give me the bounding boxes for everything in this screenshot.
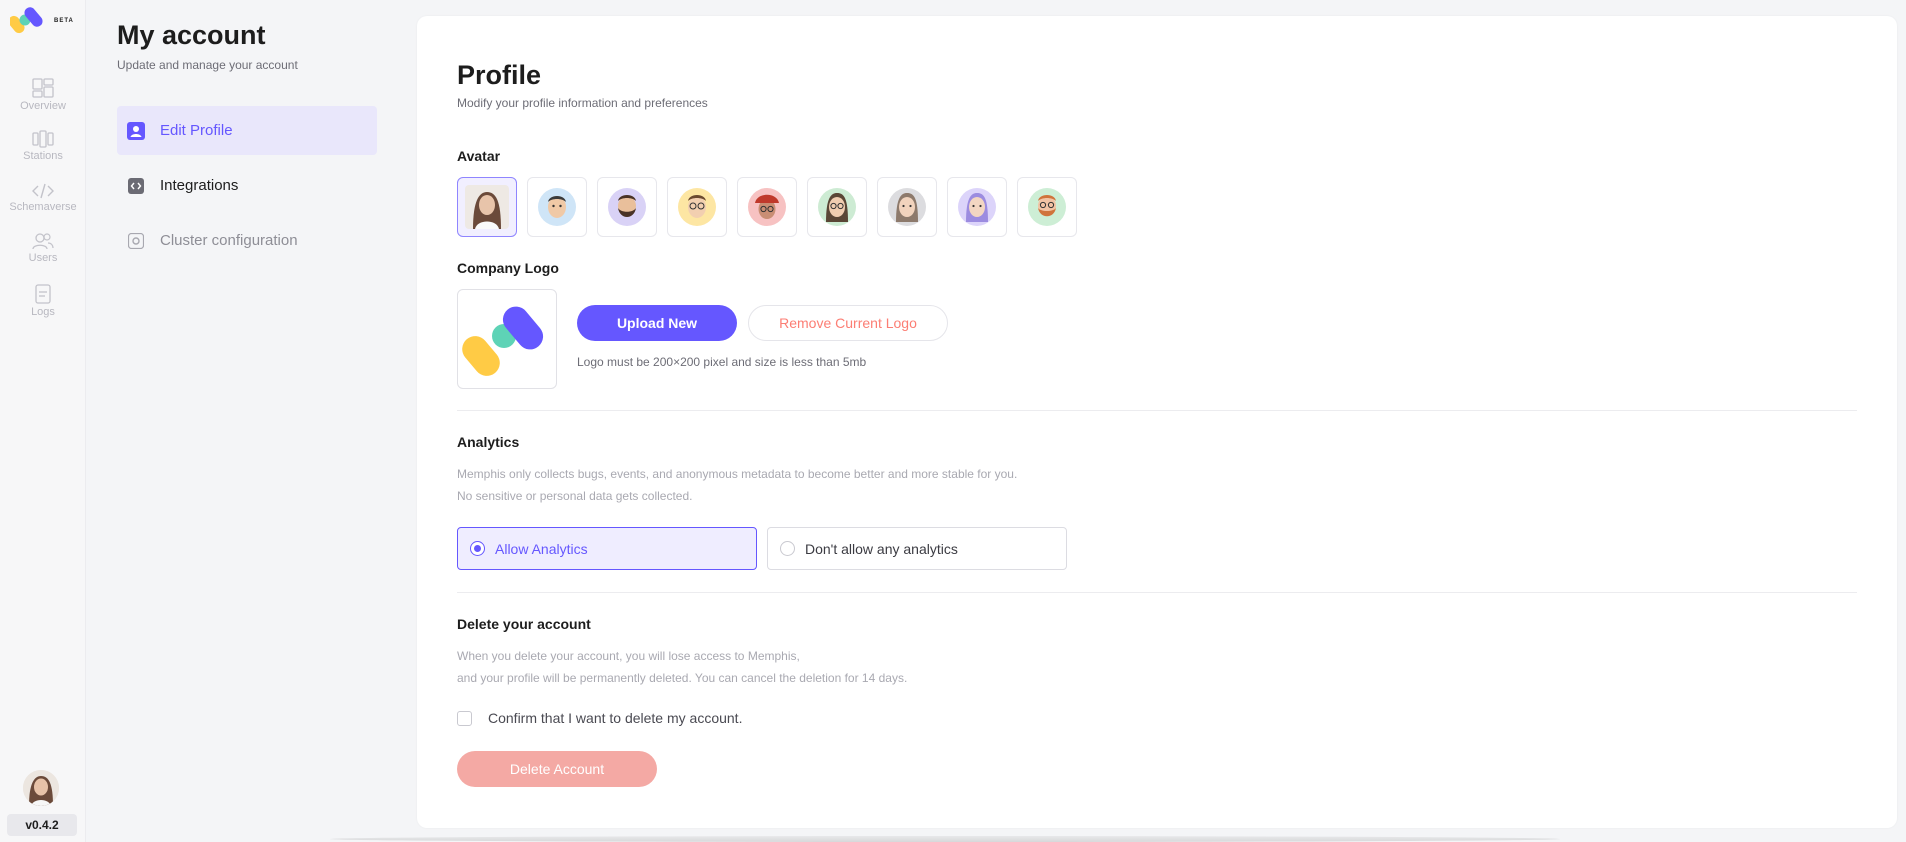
nav-label-schemaverse: Schemaverse [9, 201, 77, 213]
page-title: My account [117, 20, 266, 50]
allow-analytics-radio[interactable]: Allow Analytics [457, 527, 757, 570]
integrations-icon [127, 177, 145, 195]
avatar-woman-grey-bg-icon [888, 188, 926, 226]
profile-card: Profile Modify your profile information … [417, 16, 1897, 828]
users-icon [32, 233, 54, 250]
profile-title: Profile [457, 60, 542, 90]
nav-label-logs: Logs [31, 306, 55, 318]
menu-item-edit-profile[interactable]: Edit Profile [117, 106, 377, 155]
confirm-delete-row[interactable]: Confirm that I want to delete my account… [457, 710, 742, 726]
analytics-description: Memphis only collects bugs, events, and … [457, 463, 1017, 507]
bottom-shadow [330, 836, 1560, 842]
code-icon [32, 183, 54, 199]
company-logo-icon [462, 306, 544, 376]
analytics-title: Analytics [457, 434, 520, 450]
avatar-picker [457, 177, 1077, 237]
memphis-logo[interactable]: BETA [8, 5, 80, 37]
avatar-man-glasses-yellow-bg-icon [678, 188, 716, 226]
avatar-man-blue-bg-icon [538, 188, 576, 226]
cluster-icon [127, 232, 145, 250]
delete-account-button[interactable]: Delete Account [457, 751, 657, 787]
upload-new-button[interactable]: Upload New [577, 305, 737, 341]
nav-item-stations[interactable]: Stations [0, 130, 86, 162]
menu-item-integrations[interactable]: Integrations [117, 161, 377, 210]
avatar-photo-woman-icon [465, 185, 509, 229]
avatar-photo-woman-icon [23, 770, 59, 806]
logo-hint: Logo must be 200×200 pixel and size is l… [577, 355, 867, 369]
company-logo-label: Company Logo [457, 260, 559, 276]
avatar-option[interactable] [807, 177, 867, 237]
avatar-option[interactable] [1017, 177, 1077, 237]
menu-label-cluster-configuration: Cluster configuration [160, 232, 298, 249]
avatar-woman-glasses-green-bg-icon [818, 188, 856, 226]
side-nav: BETA Overview Stations Schemaverse Users… [0, 0, 86, 842]
menu-item-cluster-configuration[interactable]: Cluster configuration [117, 216, 377, 265]
user-card-icon [127, 121, 145, 140]
radio-selected-icon [470, 541, 485, 556]
user-avatar[interactable] [23, 770, 59, 806]
delete-line-2: and your profile will be permanently del… [457, 671, 908, 685]
menu-label-integrations: Integrations [160, 177, 239, 194]
confirm-delete-label: Confirm that I want to delete my account… [488, 710, 743, 726]
menu-label-edit-profile: Edit Profile [160, 122, 233, 139]
nav-label-overview: Overview [20, 100, 66, 112]
avatar-option[interactable] [737, 177, 797, 237]
nav-item-users[interactable]: Users [0, 232, 86, 264]
version-badge: v0.4.2 [7, 814, 77, 836]
divider [457, 592, 1857, 593]
dashboard-icon [32, 78, 54, 98]
company-logo-preview [457, 289, 557, 389]
avatar-option[interactable] [457, 177, 517, 237]
profile-subtitle: Modify your profile information and pref… [457, 96, 708, 110]
divider [457, 410, 1857, 411]
delete-account-description: When you delete your account, you will l… [457, 645, 907, 689]
avatar-woman-purple-bg-icon [958, 188, 996, 226]
disallow-analytics-radio[interactable]: Don't allow any analytics [767, 527, 1067, 570]
nav-item-logs[interactable]: Logs [0, 284, 86, 318]
nav-label-users: Users [28, 252, 58, 264]
avatar-option[interactable] [597, 177, 657, 237]
avatar-option[interactable] [947, 177, 1007, 237]
page-subtitle: Update and manage your account [117, 58, 298, 72]
nav-item-overview[interactable]: Overview [0, 78, 86, 112]
remove-logo-button[interactable]: Remove Current Logo [748, 305, 948, 341]
avatar-bearded-man-purple-bg-icon [608, 188, 646, 226]
delete-account-title: Delete your account [457, 616, 591, 632]
confirm-delete-checkbox[interactable] [457, 710, 472, 726]
nav-label-stations: Stations [23, 150, 63, 162]
stations-icon [32, 130, 54, 148]
avatar-man-beard-green-bg-icon [1028, 188, 1066, 226]
avatar-option[interactable] [877, 177, 937, 237]
analytics-line-1: Memphis only collects bugs, events, and … [457, 467, 1018, 481]
avatar-option[interactable] [667, 177, 727, 237]
disallow-analytics-label: Don't allow any analytics [805, 540, 958, 557]
avatar-section-label: Avatar [457, 148, 501, 164]
nav-item-schemaverse[interactable]: Schemaverse [0, 183, 86, 213]
avatar-woman-hat-red-bg-icon [748, 188, 786, 226]
analytics-line-2: No sensitive or personal data gets colle… [457, 489, 693, 503]
logs-icon [35, 284, 51, 304]
radio-unselected-icon [780, 541, 795, 556]
delete-line-1: When you delete your account, you will l… [457, 649, 800, 663]
allow-analytics-label: Allow Analytics [495, 540, 588, 557]
avatar-option[interactable] [527, 177, 587, 237]
beta-badge: BETA [54, 18, 74, 24]
memphis-logo-icon [8, 7, 43, 34]
